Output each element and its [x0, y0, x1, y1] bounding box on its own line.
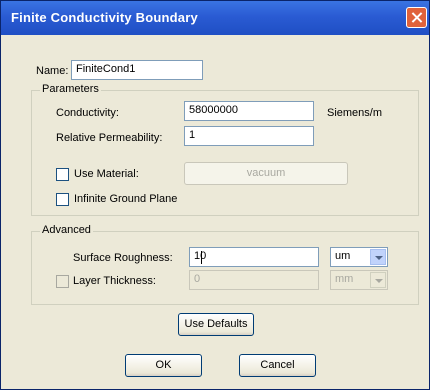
chevron-down-icon[interactable] [370, 249, 386, 265]
chevron-down-icon[interactable] [370, 272, 386, 288]
roughness-label: Surface Roughness: [73, 252, 173, 264]
layer-thickness-checkbox[interactable] [56, 275, 69, 288]
title-bar[interactable]: Finite Conductivity Boundary [1, 1, 429, 35]
material-select-button[interactable]: vacuum [184, 162, 348, 185]
use-defaults-button[interactable]: Use Defaults [178, 313, 254, 336]
roughness-unit-value: um [335, 250, 351, 262]
infinite-ground-label: Infinite Ground Plane [74, 193, 178, 205]
conductivity-unit: Siemens/m [327, 107, 383, 119]
conductivity-label: Conductivity: [56, 107, 119, 119]
use-material-checkbox[interactable] [56, 168, 69, 181]
use-material-label: Use Material: [74, 168, 139, 180]
advanced-group: Advanced [31, 224, 419, 305]
permeability-input[interactable]: 1 [184, 126, 314, 146]
layer-thickness-input[interactable]: 0 [189, 270, 319, 290]
roughness-input[interactable]: 10 [189, 247, 319, 267]
name-input[interactable]: FiniteCond1 [71, 60, 203, 80]
layer-thickness-label: Layer Thickness: [73, 275, 156, 287]
infinite-ground-checkbox[interactable] [56, 193, 69, 206]
text-caret [201, 251, 202, 264]
advanced-legend: Advanced [40, 224, 93, 236]
name-label: Name: [36, 65, 69, 77]
parameters-legend: Parameters [40, 83, 101, 95]
window-title: Finite Conductivity Boundary [11, 10, 198, 25]
permeability-label: Relative Permeability: [56, 132, 163, 144]
cancel-button[interactable]: Cancel [239, 354, 316, 377]
conductivity-input[interactable]: 58000000 [184, 101, 314, 121]
close-icon[interactable] [406, 7, 427, 28]
layer-thickness-unit-value: mm [335, 273, 354, 285]
roughness-unit-select[interactable]: um [330, 247, 388, 267]
dialog-window: Finite Conductivity Boundary Name: Finit… [0, 0, 430, 390]
layer-thickness-unit-select[interactable]: mm [330, 270, 388, 290]
ok-button[interactable]: OK [125, 354, 202, 377]
